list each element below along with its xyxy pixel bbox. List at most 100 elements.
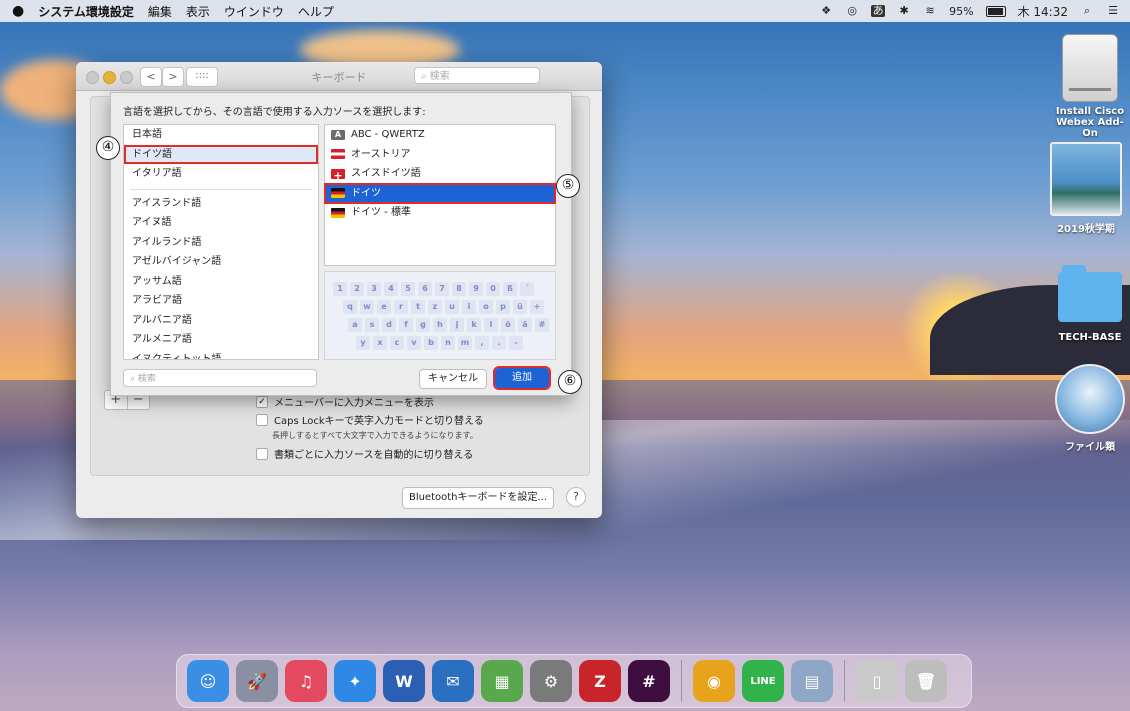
bluetooth-icon[interactable]: ✱ [897,5,911,17]
preview-icon[interactable]: ▤ [791,660,833,702]
list-divider [130,184,312,190]
documents-icon[interactable]: ▯ [856,660,898,702]
input-method-icon[interactable]: あ [871,5,886,17]
checkbox[interactable] [256,413,268,426]
source-label: スイスドイツ語 [351,168,421,179]
clock[interactable]: 木 14:32 [1018,3,1068,20]
keyboard-row: yxcvbnm,.- [356,336,523,350]
desktop-icon-webex-installer[interactable]: Install Cisco Webex Add-On [1050,34,1130,139]
keyboard-key: b [424,336,438,350]
finder-icon[interactable]: ☺ [187,660,229,702]
keyboard-key: w [360,300,374,314]
keyboard-key: i [462,300,476,314]
source-item-german-selected[interactable]: ドイツ [324,182,556,204]
dropbox-icon[interactable]: ❖ [819,5,833,17]
help-button[interactable]: ? [566,487,586,507]
menu-edit[interactable]: 編集 [148,3,172,20]
step-marker-6: ⑥ [558,370,582,394]
filezilla-icon[interactable]: Z [579,660,621,702]
search-icon: ⌕ [130,374,138,384]
photos-tool-icon[interactable]: ▦ [481,660,523,702]
apple-menu-icon[interactable]: ● [12,3,24,19]
caps-lock-note: 長押しするとすべて大文字で入力できるようになります。 [272,431,478,440]
language-item[interactable]: イタリア語 [124,164,318,184]
language-item[interactable]: アゼルバイジャン語 [124,252,318,272]
notification-center-icon[interactable]: ☰ [1106,5,1120,17]
spotlight-icon[interactable]: ⌕ [1080,5,1094,17]
keyboard-key: , [475,336,489,350]
keyboard-key: v [407,336,421,350]
option-auto-switch[interactable]: 書類ごとに入力ソースを自動的に切り替える [256,446,473,461]
bluetooth-keyboard-button[interactable]: Bluetoothキーボードを設定... [402,487,554,509]
language-item[interactable]: アイヌ語 [124,213,318,233]
desktop-icon-files[interactable]: ファイル類 [1050,364,1130,453]
checkbox[interactable] [256,447,268,460]
disk-image-icon [1062,34,1118,102]
slack-icon[interactable]: # [628,660,670,702]
keyboard-key: 3 [367,282,381,296]
safari-icon[interactable]: ✦ [334,660,376,702]
keyboard-key: # [535,318,549,332]
language-item[interactable]: アラビア語 [124,291,318,311]
system-preferences-icon[interactable]: ⚙ [530,660,572,702]
chrome-icon[interactable]: ◉ [693,660,735,702]
input-source-list[interactable]: A ABC - QWERTZ オーストリア スイスドイツ語 ドイツ ドイツ - … [324,124,556,266]
source-item[interactable]: オーストリア [325,145,555,165]
launchpad-icon[interactable]: 🚀 [236,660,278,702]
option-caps-lock[interactable]: Caps Lockキーで英字入力モードと切り替える [256,412,484,427]
keyboard-key: q [343,300,357,314]
trash-icon[interactable]: 🗑 [905,660,947,702]
keyboard-key: g [416,318,430,332]
option-label: Caps Lockキーで英字入力モードと切り替える [274,416,484,427]
keyboard-layout-preview: 1 2 3 4 5 6 7 8 9 0 ß ´ q w e r t z u i o p ü + a s d f g h j k l ö ä # y… [324,271,556,360]
language-list[interactable]: 日本語 ドイツ語 イタリア語 アイスランド語 アイヌ語 アイルランド語 アゼルバ… [123,124,319,360]
keyboard-key: l [484,318,498,332]
line-icon[interactable]: LINE [742,660,784,702]
language-item[interactable]: アルバニア語 [124,311,318,331]
language-item[interactable]: 日本語 [124,125,318,145]
source-label: ABC - QWERTZ [351,129,425,140]
keyboard-key: 9 [469,282,483,296]
desktop-icon-label: TECH-BASE [1058,332,1122,343]
menu-help[interactable]: ヘルプ [298,3,334,20]
keyboard-key: n [441,336,455,350]
creative-cloud-icon[interactable]: ◎ [845,5,859,17]
source-item[interactable]: A ABC - QWERTZ [325,125,555,145]
keyboard-key: 5 [401,282,415,296]
language-item[interactable]: アイスランド語 [124,194,318,214]
language-item[interactable]: イヌクティトット語 [124,350,318,360]
option-label: メニューバーに入力メニューを表示 [274,398,434,409]
language-search-field[interactable]: ⌕ 検索 [123,369,317,387]
desktop-icon-2019-autumn[interactable]: 2019秋学期 [1046,142,1126,235]
austria-flag-icon [331,149,345,160]
keyboard-key: o [479,300,493,314]
menu-app-name[interactable]: システム環境設定 [38,3,134,20]
language-item[interactable]: アイルランド語 [124,233,318,253]
thunderbird-icon[interactable]: ✉ [432,660,474,702]
word-icon[interactable]: W [383,660,425,702]
language-item[interactable]: アルメニア語 [124,330,318,350]
window-search-field[interactable]: ⌕ 検索 [414,67,540,84]
keyboard-key: ö [501,318,515,332]
wifi-icon[interactable]: ≋ [923,5,937,17]
keyboard-row: a s d f g h j k l ö ä # [348,318,549,332]
language-item[interactable]: アッサム語 [124,272,318,292]
menu-view[interactable]: 表示 [186,3,210,20]
dock: ☺ 🚀 ♫ ✦ W ✉ ▦ ⚙ Z # ◉ LINE ▤ ▯ 🗑 [176,654,972,708]
option-show-input-menu[interactable]: ✓ メニューバーに入力メニューを表示 [256,394,434,409]
language-item-german[interactable]: ドイツ語 [124,144,318,164]
source-item[interactable]: ドイツ - 標準 [325,203,555,223]
desktop-icon-tech-base[interactable]: TECH-BASE [1050,264,1130,343]
source-item[interactable]: スイスドイツ語 [325,164,555,185]
menu-window[interactable]: ウインドウ [224,3,284,20]
sheet-instruction: 言語を選択してから、その言語で使用する入力ソースを選択します: [123,107,426,118]
add-button[interactable]: 追加 [493,366,551,390]
music-icon[interactable]: ♫ [285,660,327,702]
checkbox[interactable]: ✓ [256,395,268,408]
keyboard-row: q w e r t z u i o p ü + [343,300,544,314]
keyboard-key: t [411,300,425,314]
battery-icon[interactable] [985,5,1006,17]
keyboard-key: 4 [384,282,398,296]
desktop-icon-label: ファイル類 [1065,442,1115,453]
cancel-button[interactable]: キャンセル [419,369,487,389]
